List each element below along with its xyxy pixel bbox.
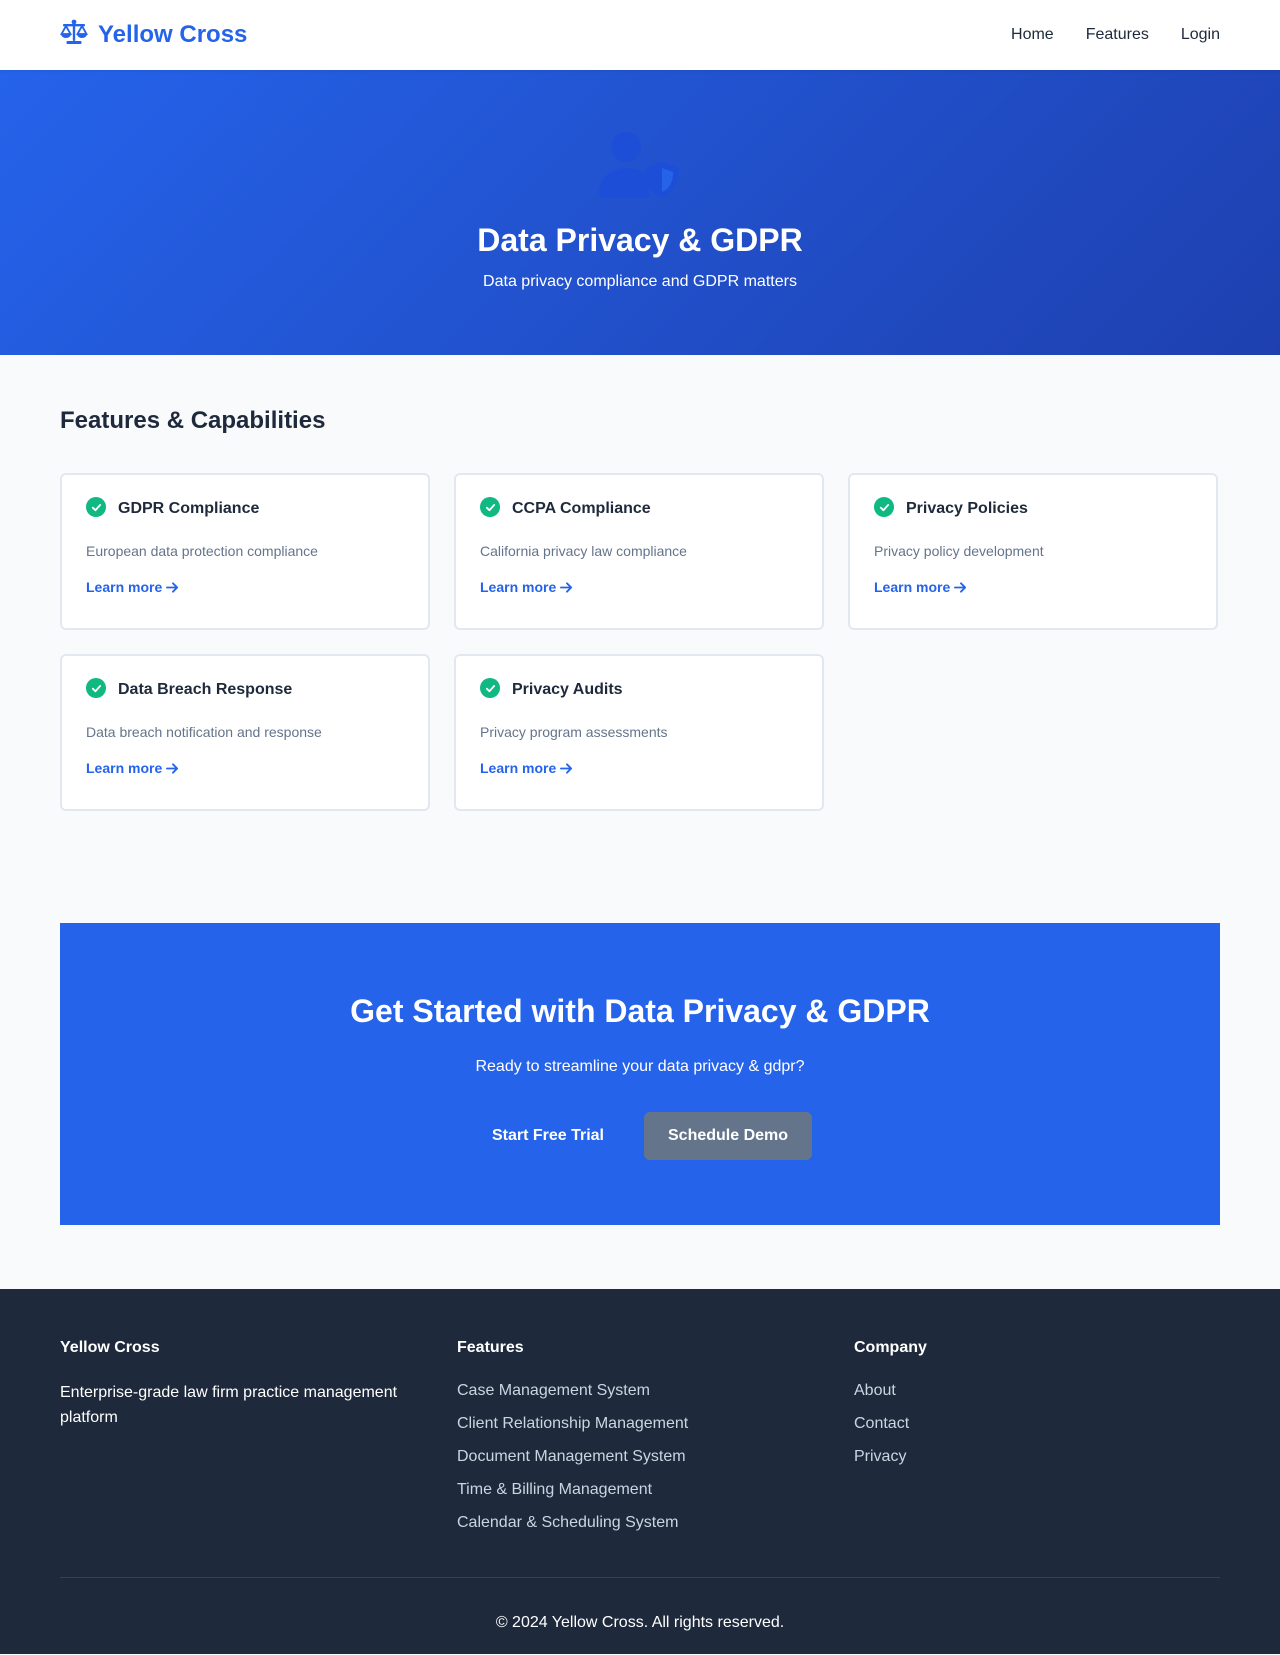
cta-subtitle: Ready to streamline your data privacy & … xyxy=(475,1058,805,1075)
card-description: California privacy law compliance xyxy=(480,543,687,559)
hero-section: Data Privacy & GDPR Data privacy complia… xyxy=(0,70,1280,355)
arrow-right-icon xyxy=(560,581,573,593)
brand-name: Yellow Cross xyxy=(98,21,248,48)
feature-card-data-breach: Data Breach Response Data breach notific… xyxy=(60,654,430,811)
nav-features[interactable]: Features xyxy=(1086,26,1149,44)
features-heading: Features & Capabilities xyxy=(60,407,326,434)
footer-link-calendar[interactable]: Calendar & Scheduling System xyxy=(457,1514,678,1531)
card-description: Data breach notification and response xyxy=(86,724,322,740)
footer-about-text: Enterprise-grade law firm practice manag… xyxy=(60,1384,398,1426)
learn-more-label: Learn more xyxy=(86,579,163,595)
learn-more-label: Learn more xyxy=(86,760,163,776)
learn-more-link[interactable]: Learn more xyxy=(86,579,179,595)
footer-link-crm[interactable]: Client Relationship Management xyxy=(457,1415,688,1432)
card-title: Privacy Audits xyxy=(512,681,623,698)
cta-section: Get Started with Data Privacy & GDPR Rea… xyxy=(60,923,1220,1225)
card-title: CCPA Compliance xyxy=(512,500,651,517)
check-circle-icon xyxy=(86,678,106,698)
feature-card-ccpa: CCPA Compliance California privacy law c… xyxy=(454,473,824,630)
hero-subtitle: Data privacy compliance and GDPR matters xyxy=(483,273,797,290)
feature-card-privacy-audits: Privacy Audits Privacy program assessmen… xyxy=(454,654,824,811)
copyright-text: © 2024 Yellow Cross. All rights reserved… xyxy=(495,1614,785,1631)
footer-about: Yellow Cross Enterprise-grade law firm p… xyxy=(60,1339,457,1577)
brand-logo-link[interactable]: Yellow Cross xyxy=(59,19,248,52)
footer-features: Features Case Management System Client R… xyxy=(457,1339,854,1577)
footer-link-document-management[interactable]: Document Management System xyxy=(457,1448,686,1465)
features-section: Features & Capabilities GDPR Compliance … xyxy=(0,355,1280,811)
learn-more-link[interactable]: Learn more xyxy=(480,579,573,595)
card-description: European data protection compliance xyxy=(86,543,318,559)
nav-login[interactable]: Login xyxy=(1181,26,1220,44)
learn-more-label: Learn more xyxy=(480,760,557,776)
card-title: Privacy Policies xyxy=(906,500,1028,517)
arrow-right-icon xyxy=(560,762,573,774)
cta-title: Get Started with Data Privacy & GDPR xyxy=(350,993,930,1029)
main-nav: Home Features Login xyxy=(1011,26,1220,44)
footer-link-privacy[interactable]: Privacy xyxy=(854,1448,906,1465)
nav-home[interactable]: Home xyxy=(1011,26,1054,44)
footer-bottom: © 2024 Yellow Cross. All rights reserved… xyxy=(60,1577,1220,1632)
footer-link-about[interactable]: About xyxy=(854,1382,896,1399)
footer-features-heading: Features xyxy=(457,1339,524,1356)
feature-card-gdpr: GDPR Compliance European data protection… xyxy=(60,473,430,630)
learn-more-link[interactable]: Learn more xyxy=(480,760,573,776)
arrow-right-icon xyxy=(166,581,179,593)
check-circle-icon xyxy=(86,497,106,517)
learn-more-label: Learn more xyxy=(480,579,557,595)
scale-balance-icon xyxy=(59,19,89,52)
cta-buttons: Start Free Trial Schedule Demo xyxy=(468,1112,813,1160)
footer-link-case-management[interactable]: Case Management System xyxy=(457,1382,650,1399)
card-title: Data Breach Response xyxy=(118,681,293,698)
footer-link-time-billing[interactable]: Time & Billing Management xyxy=(457,1481,652,1498)
card-title: GDPR Compliance xyxy=(118,500,260,517)
check-circle-icon xyxy=(874,497,894,517)
site-footer: Yellow Cross Enterprise-grade law firm p… xyxy=(0,1289,1280,1654)
check-circle-icon xyxy=(480,678,500,698)
footer-link-contact[interactable]: Contact xyxy=(854,1415,909,1432)
check-circle-icon xyxy=(480,497,500,517)
footer-company-heading: Company xyxy=(854,1339,927,1356)
feature-card-privacy-policies: Privacy Policies Privacy policy developm… xyxy=(848,473,1218,630)
card-description: Privacy policy development xyxy=(874,543,1044,559)
learn-more-link[interactable]: Learn more xyxy=(86,760,179,776)
hero-title: Data Privacy & GDPR xyxy=(477,222,803,258)
learn-more-link[interactable]: Learn more xyxy=(874,579,967,595)
user-shield-icon xyxy=(599,132,681,198)
card-description: Privacy program assessments xyxy=(480,724,668,740)
schedule-demo-button[interactable]: Schedule Demo xyxy=(644,1112,813,1160)
feature-cards: GDPR Compliance European data protection… xyxy=(60,473,1220,811)
site-header: Yellow Cross Home Features Login xyxy=(0,0,1280,70)
start-free-trial-button[interactable]: Start Free Trial xyxy=(468,1112,628,1160)
learn-more-label: Learn more xyxy=(874,579,951,595)
footer-company: Company About Contact Privacy xyxy=(854,1339,1214,1577)
footer-about-heading: Yellow Cross xyxy=(60,1339,160,1356)
arrow-right-icon xyxy=(166,762,179,774)
arrow-right-icon xyxy=(954,581,967,593)
